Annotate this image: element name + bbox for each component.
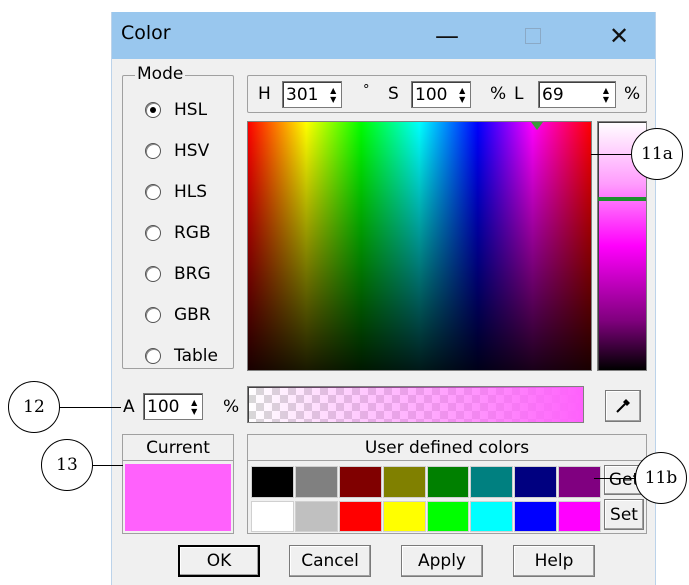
mode-group: Mode HSL HSV HLS RGB BRG GBR Table [122, 64, 234, 369]
mode-option-label: HLS [174, 182, 208, 202]
alpha-value: 100 [147, 396, 180, 417]
alpha-unit: % [223, 397, 240, 417]
cancel-button[interactable]: Cancel [289, 545, 371, 577]
user-color-swatch[interactable] [294, 501, 338, 532]
user-color-swatch[interactable] [338, 466, 382, 498]
close-button[interactable]: ✕ [590, 12, 648, 59]
mode-group-label: Mode [135, 64, 186, 84]
hue-value: 301 [286, 84, 319, 105]
mode-option-label: RGB [174, 223, 211, 243]
user-colors-row-1 [251, 466, 601, 498]
user-color-swatch[interactable] [514, 501, 558, 532]
user-color-swatch[interactable] [426, 466, 470, 498]
radio-icon[interactable] [145, 102, 161, 118]
user-color-swatch[interactable] [251, 466, 294, 498]
mode-option-table[interactable]: Table [145, 343, 218, 369]
lightness-value: 69 [542, 84, 564, 105]
current-color-group: Current [122, 434, 234, 534]
spin-arrows-icon[interactable]: ▲ ▼ [598, 82, 614, 107]
lightness-unit: % [624, 84, 641, 104]
maximize-button [504, 12, 562, 59]
ok-button[interactable]: OK [178, 545, 260, 577]
mode-option-gbr[interactable]: GBR [145, 302, 211, 328]
help-button[interactable]: Help [513, 545, 595, 577]
mode-option-hls[interactable]: HLS [145, 179, 207, 205]
user-color-swatch[interactable] [514, 466, 558, 498]
radio-icon[interactable] [145, 266, 161, 282]
alpha-slider[interactable] [247, 386, 584, 423]
spin-arrows-icon[interactable]: ▲ ▼ [325, 82, 341, 107]
hue-label: H [258, 84, 271, 104]
mode-option-label: Table [174, 346, 218, 366]
maximize-icon [525, 27, 541, 44]
mode-option-hsv[interactable]: HSV [145, 138, 209, 164]
callout-11a: 11a [631, 128, 683, 180]
callout-13: 13 [41, 439, 93, 491]
mode-option-label: HSV [174, 141, 210, 161]
callout-line-12 [59, 407, 121, 408]
window-title: Color [121, 22, 171, 44]
mode-option-brg[interactable]: BRG [145, 261, 211, 287]
mode-option-hsl[interactable]: HSL [145, 97, 207, 123]
mode-option-rgb[interactable]: RGB [145, 220, 211, 246]
user-color-swatch[interactable] [426, 501, 470, 532]
color-dialog: Color — ✕ Mode HSL HSV HLS RGB BRG GBR Table H… [111, 12, 656, 585]
callout-line-11a [591, 154, 631, 155]
lightness-stepper[interactable]: 69 ▲ ▼ [538, 81, 616, 108]
user-color-swatch[interactable] [558, 466, 601, 498]
hue-unit: ° [363, 83, 370, 98]
hue-saturation-field[interactable] [247, 121, 592, 371]
current-label: Current [123, 435, 233, 461]
lightness-label: L [514, 84, 524, 104]
lightness-marker[interactable] [598, 197, 646, 201]
callout-line-13 [93, 465, 123, 466]
mode-option-label: GBR [174, 305, 211, 325]
saturation-unit: % [490, 84, 507, 104]
minimize-icon: — [435, 21, 459, 50]
title-bar[interactable]: Color — ✕ [112, 12, 655, 59]
alpha-label: A [123, 397, 135, 417]
callout-12: 12 [8, 381, 60, 433]
eyedropper-icon [616, 399, 630, 413]
mode-option-label: BRG [174, 264, 211, 284]
saturation-value: 100 [415, 84, 448, 105]
alpha-stepper[interactable]: 100 ▲ ▼ [143, 393, 203, 420]
hue-stepper[interactable]: 301 ▲ ▼ [282, 81, 342, 108]
user-color-swatch[interactable] [338, 501, 382, 532]
hue-marker-icon[interactable] [531, 122, 543, 130]
saturation-label: S [388, 84, 399, 104]
saturation-stepper[interactable]: 100 ▲ ▼ [411, 81, 471, 108]
minimize-button[interactable]: — [418, 12, 476, 59]
user-color-swatch[interactable] [558, 501, 601, 532]
color-picker-button[interactable] [605, 390, 641, 422]
mode-option-label: HSL [174, 100, 208, 120]
current-color-swatch [125, 464, 231, 531]
user-colors-group: User defined colors Get Set [247, 434, 647, 534]
user-color-swatch[interactable] [382, 501, 426, 532]
callout-11b: 11b [635, 452, 687, 504]
user-colors-label: User defined colors [248, 435, 646, 461]
user-color-swatch[interactable] [382, 466, 426, 498]
user-color-swatch[interactable] [294, 466, 338, 498]
callout-line-11b [594, 478, 635, 479]
apply-button[interactable]: Apply [401, 545, 483, 577]
user-color-swatch[interactable] [470, 501, 514, 532]
user-color-swatch[interactable] [251, 501, 294, 532]
set-button[interactable]: Set [604, 499, 644, 530]
spin-arrows-icon[interactable]: ▲ ▼ [186, 394, 202, 419]
radio-icon[interactable] [145, 184, 161, 200]
radio-icon[interactable] [145, 225, 161, 241]
user-color-swatch[interactable] [470, 466, 514, 498]
radio-icon[interactable] [145, 307, 161, 323]
radio-icon[interactable] [145, 143, 161, 159]
close-icon: ✕ [608, 21, 630, 50]
hsl-input-group: H 301 ▲ ▼ ° S 100 ▲ ▼ % L 69 ▲ ▼ % [247, 75, 647, 113]
spin-arrows-icon[interactable]: ▲ ▼ [454, 82, 470, 107]
user-colors-row-2 [251, 501, 601, 532]
radio-icon[interactable] [145, 348, 161, 364]
